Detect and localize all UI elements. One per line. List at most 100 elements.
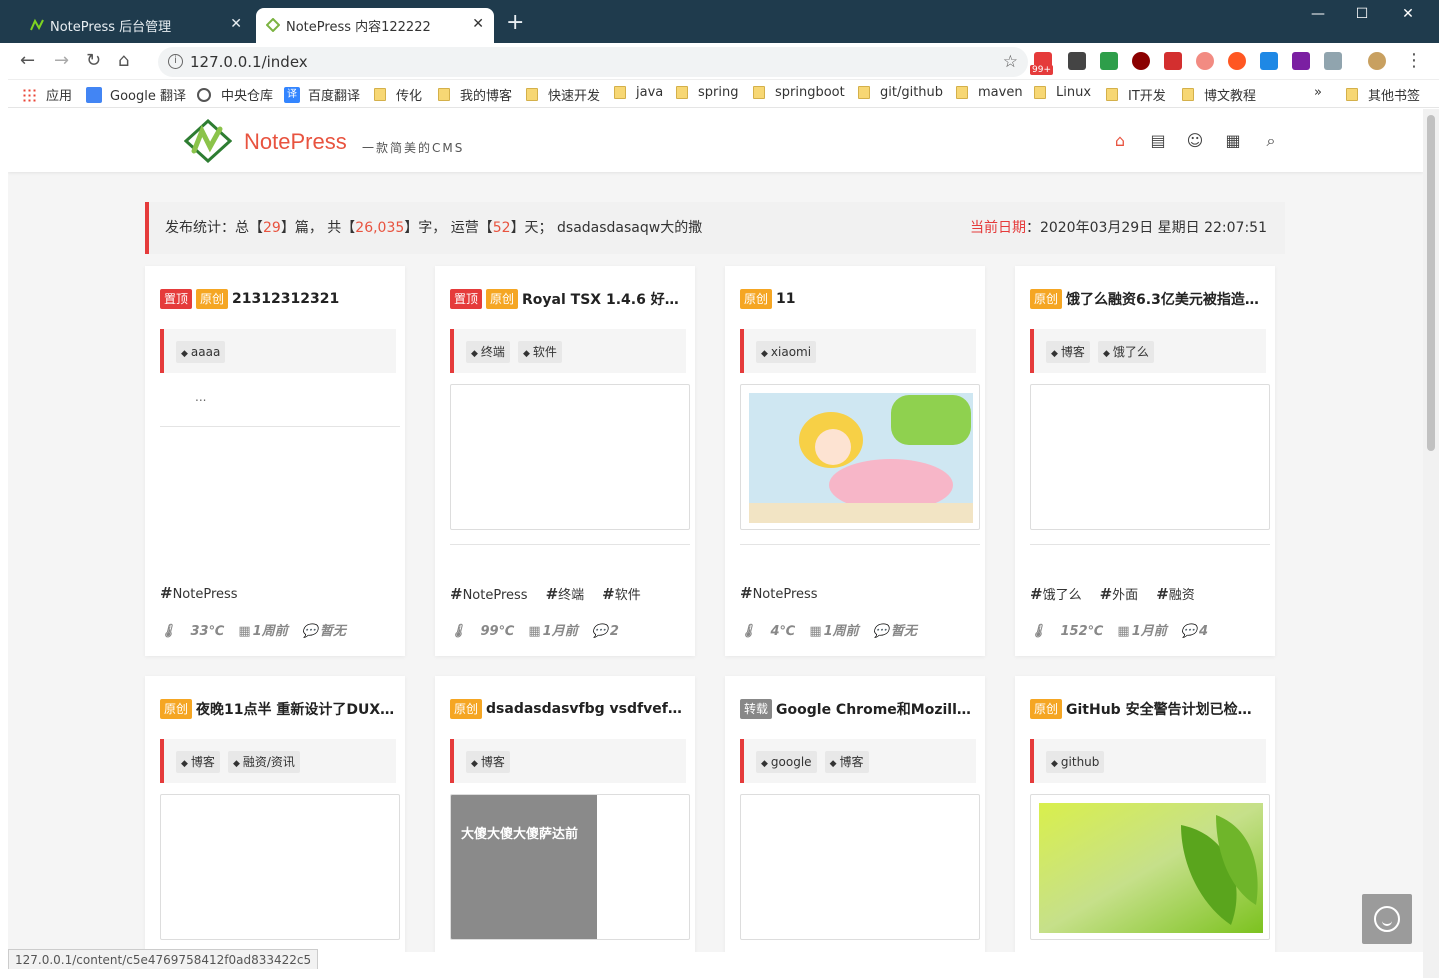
close-icon[interactable]: ✕ (230, 17, 242, 31)
bookmark-folder[interactable]: spring (676, 85, 738, 100)
hashtag[interactable]: 外面 (1100, 588, 1139, 603)
bookmark-folder[interactable]: java (614, 85, 663, 100)
bookmark-folder[interactable]: Linux (1034, 85, 1091, 100)
article-title[interactable]: 置顶原创Royal TSX 1.4.6 好用的终端 (450, 288, 685, 310)
window-close-icon[interactable]: ✕ (1385, 6, 1431, 22)
article-title[interactable]: 转载Google Chrome和Mozilla Firefox (740, 698, 975, 720)
scrollbar-thumb[interactable] (1427, 115, 1435, 451)
bookmark-folder[interactable]: 博文教程 (1182, 85, 1256, 104)
address-bar[interactable]: i 127.0.0.1/index ☆ (158, 47, 1028, 77)
article-card[interactable]: 置顶原创Royal TSX 1.4.6 好用的终端终端软件NotePress终端… (435, 266, 695, 656)
qr-code-icon[interactable] (1068, 52, 1086, 70)
close-icon[interactable]: ✕ (472, 17, 484, 31)
site-info-icon[interactable]: i (168, 54, 183, 69)
date-value: ：2020年03月29日 星期日 22:07:51 (1025, 220, 1267, 236)
window-extension-icon[interactable] (1324, 52, 1342, 70)
article-thumbnail[interactable] (1030, 384, 1270, 530)
tag-chip[interactable]: 软件 (517, 341, 562, 363)
article-card[interactable]: 置顶原创21312312321 aaaa... NotePress 🌡 33℃ ▦1周前 💬… (145, 266, 405, 656)
tag-chip[interactable]: 饿了么 (1097, 341, 1154, 363)
hashtag[interactable]: NotePress (160, 587, 238, 602)
article-card[interactable]: 原创11 xiaomi NotePress 🌡 4℃ ▦1周前 💬暂无 (725, 266, 985, 656)
rp-extension-icon[interactable] (1292, 52, 1310, 70)
article-card[interactable]: 原创夜晚11点半 重新设计了DUX主题博客融资/资讯 (145, 676, 405, 952)
article-title[interactable]: 置顶 原创 21312312321 (160, 288, 395, 310)
profile-avatar[interactable] (1368, 52, 1386, 70)
bookmark-folder[interactable]: springboot (753, 85, 845, 100)
article-title[interactable]: 原创GitHub 安全警告计划已检测出漏洞 (1030, 698, 1265, 720)
bookmark-other[interactable]: 其他书签 (1346, 85, 1420, 104)
article-card[interactable]: 原创GitHub 安全警告计划已检测出漏洞 github (1015, 676, 1275, 952)
bookmark-star-icon[interactable]: ☆ (1003, 47, 1018, 77)
back-icon[interactable]: ← (20, 51, 35, 71)
forward-icon[interactable]: → (54, 51, 69, 71)
tag-chip[interactable]: 博客 (176, 751, 220, 773)
article-card[interactable]: 原创饿了么融资6.3亿美元被指造假融资博客饿了么饿了么外面融资🌡152℃▦1月前… (1015, 266, 1275, 656)
maximize-icon[interactable]: ☐ (1339, 6, 1385, 22)
hashtag[interactable]: 终端 (546, 588, 585, 603)
notepress-logo-icon[interactable] (184, 119, 232, 163)
chat-button[interactable] (1362, 894, 1412, 944)
article-thumbnail[interactable] (160, 794, 400, 940)
page-viewport: NotePress 一款简美的CMS ⌂ ▤ ☺ ▦ ⌕ 发布统计：总【29】篇… (8, 109, 1423, 952)
article-thumbnail[interactable] (740, 384, 980, 530)
bookmark-apps[interactable]: 应用 (22, 85, 72, 104)
article-thumbnail[interactable]: 大傻大傻大傻萨达前 (450, 794, 690, 940)
new-tab-icon[interactable]: + (506, 12, 524, 34)
article-thumbnail[interactable] (450, 384, 690, 530)
tag-chip[interactable]: 融资/资讯 (227, 751, 300, 773)
article-thumbnail[interactable] (740, 794, 980, 940)
tag-chip[interactable]: github (1046, 751, 1105, 773)
hashtag[interactable]: 融资 (1156, 588, 1195, 603)
tag-chip[interactable]: 终端 (466, 341, 510, 363)
ublock-icon[interactable] (1132, 52, 1150, 70)
shield-extension-icon[interactable] (1100, 52, 1118, 70)
hashtag[interactable]: 软件 (602, 588, 641, 603)
bookmark-folder[interactable]: maven (956, 85, 1023, 100)
smiley-icon[interactable]: ☺ (1185, 131, 1205, 151)
home-icon[interactable]: ⌂ (118, 51, 129, 71)
infinity-extension-icon[interactable] (1228, 52, 1246, 70)
tab-admin[interactable]: NotePress 后台管理 ✕ (20, 8, 252, 43)
bookmarks-overflow-icon[interactable]: » (1314, 85, 1322, 100)
bookmark-baidu-translate[interactable]: 译 百度翻译 (284, 85, 360, 104)
article-thumbnail[interactable] (1030, 794, 1270, 940)
tag-chip[interactable]: aaaa (176, 341, 226, 363)
article-card[interactable]: 转载Google Chrome和Mozilla Firefox google 博客 (725, 676, 985, 952)
bookmark-folder[interactable]: 传化 (374, 85, 422, 104)
tag-chip[interactable]: 博客 (1046, 341, 1090, 363)
bookmark-google-translate[interactable]: Google 翻译 (86, 85, 186, 104)
bookmark-folder[interactable]: IT开发 (1106, 85, 1166, 104)
site-brand[interactable]: NotePress (244, 129, 347, 155)
bookmark-central-repo[interactable]: 中央仓库 (197, 85, 273, 104)
hashtag[interactable]: NotePress (740, 587, 818, 602)
tag-chip[interactable]: google (756, 751, 817, 773)
clipboard-icon[interactable]: ▤ (1148, 131, 1168, 151)
article-title[interactable]: 原创 夜晚11点半 重新设计了DUX主题 (160, 698, 395, 720)
s-extension-icon[interactable] (1260, 52, 1278, 70)
article-title[interactable]: 原创dsadasdasvfbg vsdfvefcefsdf (450, 698, 685, 720)
tag-chip[interactable]: 博客 (824, 751, 869, 773)
tag-chip[interactable]: xiaomi (756, 341, 817, 363)
folder-icon (438, 88, 450, 101)
fe-helper-icon[interactable] (1164, 52, 1182, 70)
apps-icon[interactable]: ▦ (1223, 131, 1243, 151)
hashtag[interactable]: NotePress (450, 588, 528, 603)
tab-content[interactable]: NotePress 内容122222 ✕ (256, 8, 494, 43)
bookmark-folder[interactable]: git/github (858, 85, 943, 100)
site-header: NotePress 一款简美的CMS ⌂ ▤ ☺ ▦ ⌕ (8, 109, 1423, 172)
bookmark-folder[interactable]: 我的博客 (438, 85, 512, 104)
menu-dots-icon[interactable]: ⋮ (1405, 51, 1423, 71)
hashtag[interactable]: 饿了么 (1030, 588, 1082, 603)
minimize-icon[interactable]: — (1295, 6, 1341, 22)
bookmark-folder[interactable]: 快速开发 (526, 85, 600, 104)
search-icon[interactable]: ⌕ (1261, 131, 1281, 151)
reload-icon[interactable]: ↻ (86, 51, 101, 71)
article-card[interactable]: 原创dsadasdasvfbg vsdfvefcefsdf 博客大傻大傻大傻萨达前 (435, 676, 695, 952)
article-title[interactable]: 原创 11 (740, 288, 975, 310)
home-icon[interactable]: ⌂ (1110, 131, 1130, 151)
tag-chip[interactable]: 博客 (466, 751, 510, 773)
page-scrollbar[interactable] (1423, 109, 1439, 978)
share-extension-icon[interactable] (1196, 52, 1214, 70)
article-title[interactable]: 原创 饿了么融资6.3亿美元被指造假融资 (1030, 288, 1265, 310)
